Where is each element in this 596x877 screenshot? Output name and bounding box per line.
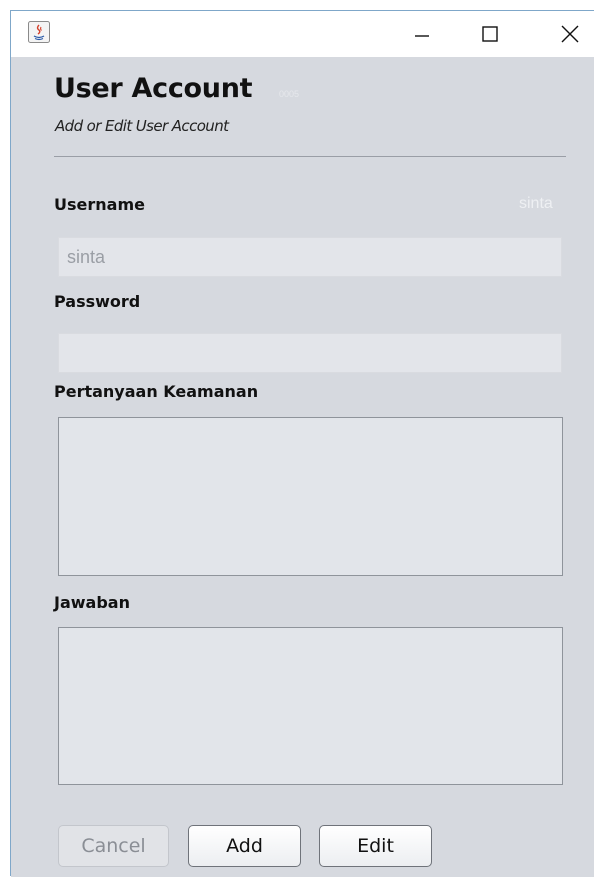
edit-button[interactable]: Edit bbox=[319, 825, 432, 867]
username-echo: sinta bbox=[519, 195, 553, 212]
page-title: User Account bbox=[54, 73, 253, 104]
close-button[interactable] bbox=[543, 11, 596, 57]
answer-label: Jawaban bbox=[54, 593, 130, 612]
maximize-icon bbox=[482, 26, 498, 42]
close-icon bbox=[561, 25, 579, 43]
header-divider bbox=[54, 156, 566, 157]
record-code: 0005 bbox=[279, 89, 300, 99]
minimize-icon bbox=[415, 35, 429, 37]
username-label: Username bbox=[54, 195, 145, 214]
maximize-button[interactable] bbox=[463, 11, 517, 57]
password-label: Password bbox=[54, 292, 141, 311]
form-panel: User Account 0005 Add or Edit User Accou… bbox=[11, 57, 594, 877]
cancel-button[interactable]: Cancel bbox=[58, 825, 169, 867]
answer-textarea[interactable] bbox=[58, 627, 563, 785]
password-field[interactable] bbox=[58, 333, 562, 373]
security-question-textarea[interactable] bbox=[58, 417, 563, 576]
username-field[interactable]: sinta bbox=[58, 237, 562, 277]
app-window: User Account 0005 Add or Edit User Accou… bbox=[10, 10, 594, 877]
title-bar[interactable] bbox=[11, 11, 594, 57]
minimize-button[interactable] bbox=[395, 11, 449, 57]
add-button[interactable]: Add bbox=[188, 825, 301, 867]
java-app-icon bbox=[28, 21, 50, 43]
page-subtitle: Add or Edit User Account bbox=[55, 117, 229, 135]
security-question-label: Pertanyaan Keamanan bbox=[54, 382, 259, 401]
